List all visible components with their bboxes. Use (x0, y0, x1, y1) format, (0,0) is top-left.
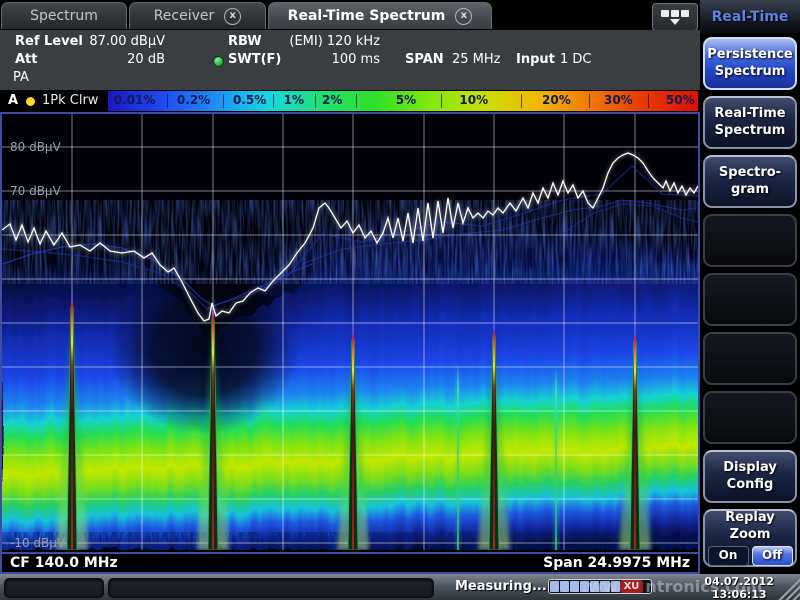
spectrum-canvas: 80 dBµV 70 dBµV -10 dBµV (2, 114, 698, 550)
resize-grip-icon (776, 574, 800, 600)
softkey-sidebar: Real-Time Persistence Spectrum Real-Time … (700, 0, 800, 574)
scale-tick (441, 94, 442, 108)
scale-label: 20% (542, 93, 571, 107)
analyzer-screen: Spectrum Receiver x Real-Time Spectrum x Ref… (0, 0, 800, 600)
tab-receiver[interactable]: Receiver x (129, 2, 266, 29)
rbw-value: (EMI) 120 kHz (250, 34, 380, 49)
svg-text:80 dBµV: 80 dBµV (10, 140, 62, 154)
toggle-on[interactable]: On (708, 546, 749, 566)
softkey-softkey-6 (703, 332, 797, 385)
svg-text:70 dBµV: 70 dBµV (10, 184, 62, 198)
scale-tick (648, 94, 649, 108)
scale-tick (589, 94, 590, 108)
scale-label: 2% (322, 93, 342, 107)
scale-tick (273, 94, 274, 108)
trace-color-dot-icon (26, 97, 35, 106)
datetime-display: 04.07.2012 13:06:13 (704, 576, 774, 600)
span-label: SPAN (405, 52, 444, 67)
scale-tick (167, 94, 168, 108)
tab-spectrum[interactable]: Spectrum (1, 2, 127, 29)
window-layout-button[interactable] (652, 3, 698, 31)
status-panel-2 (108, 578, 434, 598)
scale-tick (521, 94, 522, 108)
span-readout: Span 24.9975 MHz (543, 555, 690, 571)
scale-tick (223, 94, 224, 108)
input-value: 1 DC (560, 52, 592, 67)
toggle-off[interactable]: Off (752, 546, 793, 566)
time-text: 13:06:13 (704, 589, 774, 600)
window-grid-icon (661, 10, 689, 17)
tab-close-icon[interactable]: x (224, 8, 241, 25)
spectrum-display: 80 dBµV 70 dBµV -10 dBµV CF 140.0 MHz Span… (0, 112, 700, 574)
softkey-label: Spectro- gram (719, 165, 781, 198)
status-bar: Measuring... 04.07.2012 13:06:13 (0, 574, 800, 600)
measuring-status: Measuring... (455, 579, 547, 594)
scale-label: 0.5% (233, 93, 266, 107)
sweep-led-icon (213, 56, 224, 67)
softkey-menu-title: Real-Time (700, 0, 800, 33)
persistence-color-scale: 0.01% 0.2% 0.5% 1% 2% 5% 10% 20% 30% 50% (108, 91, 698, 111)
status-panel-1 (4, 578, 104, 598)
tab-bar: Spectrum Receiver x Real-Time Spectrum x (0, 0, 700, 30)
chevron-down-icon (670, 19, 680, 25)
scale-tick (315, 94, 316, 108)
softkey-spectrogram[interactable]: Spectro- gram (703, 155, 797, 208)
input-label: Input (516, 52, 555, 67)
softkey-real-time-spectrum[interactable]: Real-Time Spectrum (703, 96, 797, 149)
softkey-replay-zoom[interactable]: Replay Zoom OnOff (703, 509, 797, 567)
center-frequency: CF 140.0 MHz (10, 555, 118, 571)
tab-label: Real-Time Spectrum (288, 8, 446, 24)
tab-close-icon[interactable]: x (455, 8, 472, 25)
settings-header: Ref Level 87.00 dBµV RBW (EMI) 120 kHz A… (0, 30, 700, 90)
span-value: 25 MHz (452, 52, 501, 67)
scale-label: 0.2% (177, 93, 210, 107)
softkey-label: Real-Time Spectrum (714, 106, 785, 139)
softkey-label: Persistence Spectrum (707, 47, 793, 80)
tab-label: Spectrum (30, 8, 98, 24)
softkey-softkey-5 (703, 273, 797, 326)
att-label: Att (15, 52, 38, 67)
softkey-label: Replay Zoom (725, 510, 774, 543)
tab-real-time-spectrum[interactable]: Real-Time Spectrum x (268, 2, 492, 29)
swt-value: 100 ms (250, 52, 380, 67)
trace-bar: A 1Pk Clrw 0.01% 0.2% 0.5% 1% 2% 5% 10% 20% 30% 5… (0, 90, 700, 112)
att-value: 20 dB (70, 52, 165, 67)
scale-tick (356, 94, 357, 108)
tab-label: Receiver (154, 8, 215, 24)
softkey-softkey-4 (703, 214, 797, 267)
svg-text:-10 dBµV: -10 dBµV (10, 536, 66, 550)
frequency-axis-bar: CF 140.0 MHz Span 24.9975 MHz (2, 552, 698, 572)
trace-mode-label: 1Pk Clrw (42, 93, 98, 108)
preamp-label: PA (13, 70, 29, 85)
scale-label: 5% (396, 93, 416, 107)
scale-label: 1% (284, 93, 304, 107)
scale-label: 50% (666, 93, 695, 107)
scale-label: 30% (604, 93, 633, 107)
date-text: 04.07.2012 (704, 576, 774, 589)
ref-level-value: 87.00 dBµV (70, 34, 165, 49)
toggle-row: OnOff (708, 546, 793, 566)
softkey-persistence-spectrum[interactable]: Persistence Spectrum (703, 37, 797, 90)
scale-label: 0.01% (114, 93, 156, 107)
window-label: A (8, 93, 18, 108)
softkey-display-config[interactable]: Display Config (703, 450, 797, 503)
sweep-progress-bar (548, 579, 652, 594)
scale-label: 10% (459, 93, 488, 107)
softkey-label: Display Config (723, 460, 777, 493)
softkey-softkey-7 (703, 391, 797, 444)
